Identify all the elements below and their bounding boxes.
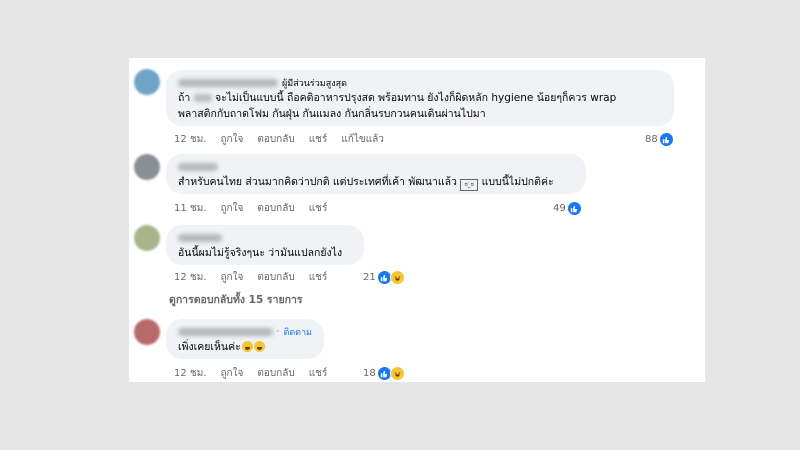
like-button[interactable]: ถูกใจ [220,132,243,147]
avatar[interactable] [134,225,160,251]
reaction-summary[interactable]: 49 [553,201,582,216]
comment-bubble: อันนี้ผมไม่รู้จริงๆนะ ว่ามันแปลกยังไง [166,225,364,265]
comments-panel: ผู้มีส่วนร่วมสูงสุด ถ้า จะไม่เป็นแบบนี้ … [129,58,705,382]
comment-time[interactable]: 12 ชม. [174,366,206,381]
commenter-name[interactable] [178,328,273,336]
reply-button[interactable]: ตอบกลับ [257,270,294,285]
avatar[interactable] [134,319,160,345]
reaction-count: 49 [553,203,566,214]
comment-time[interactable]: 12 ชม. [174,132,206,147]
comment-actions: 11 ชม. ถูกใจ ตอบกลับ แชร์ [174,201,327,216]
separator-dot: · [276,327,280,337]
reply-button[interactable]: ตอบกลับ [257,201,294,216]
comment-text: สำหรับคนไทย ส่วนมากคิดว่าปกติ แต่ประเทศท… [178,174,574,191]
comment-actions: 12 ชม. ถูกใจ ตอบกลับ แชร์ [174,270,327,285]
reply-button[interactable]: ตอบกลับ [257,132,294,147]
avatar[interactable] [134,154,160,180]
commenter-name[interactable] [178,79,278,87]
avatar[interactable] [134,69,160,95]
comment-bubble: ผู้มีส่วนร่วมสูงสุด ถ้า จะไม่เป็นแบบนี้ … [166,70,674,126]
comment-text-line2: พลาสติกกับถาดโฟม กันฝุ่น กันแมลง กันกลิ่… [178,108,486,120]
view-replies-link[interactable]: ดูการตอบกลับทั้ง 15 รายการ [169,291,303,308]
emoticon-icon: ಠ_ಠ [460,179,479,191]
commenter-name[interactable] [178,163,218,171]
redacted-mention [193,94,212,102]
like-reaction-icon [658,132,674,147]
haha-reaction-icon [389,366,405,381]
reaction-summary[interactable]: 18 [363,366,405,381]
laughing-emoji-icon [241,341,253,352]
comment-time[interactable]: 11 ชม. [174,201,206,216]
like-button[interactable]: ถูกใจ [220,201,243,216]
comment-text: เพิ่งเคยเห็นค่ะ [178,339,312,355]
reply-button[interactable]: ตอบกลับ [257,366,294,381]
comment-time[interactable]: 12 ชม. [174,270,206,285]
like-button[interactable]: ถูกใจ [220,366,243,381]
comment-bubble: · ติดตาม เพิ่งเคยเห็นค่ะ [166,319,324,359]
comment-text: ถ้า จะไม่เป็นแบบนี้ ถือคติอาหารปรุงสด พร… [178,92,617,104]
reaction-count: 88 [645,134,658,145]
laughing-emoji-icon [253,341,265,352]
share-button[interactable]: แชร์ [309,132,328,147]
top-fan-badge: ผู้มีส่วนร่วมสูงสุด [282,79,347,89]
follow-button[interactable]: ติดตาม [283,325,312,339]
share-button[interactable]: แชร์ [309,270,328,285]
haha-reaction-icon [389,270,405,285]
comment-actions: 12 ชม. ถูกใจ ตอบกลับ แชร์ แก้ไขแล้ว [174,132,384,147]
reaction-summary[interactable]: 88 [645,132,674,147]
comment-bubble: สำหรับคนไทย ส่วนมากคิดว่าปกติ แต่ประเทศท… [166,154,586,194]
commenter-name[interactable] [178,234,222,242]
reaction-count: 18 [363,368,376,379]
comment-actions: 12 ชม. ถูกใจ ตอบกลับ แชร์ [174,366,327,381]
like-reaction-icon [566,201,582,216]
share-button[interactable]: แชร์ [309,201,328,216]
edited-label: แก้ไขแล้ว [341,134,384,145]
comment-text: อันนี้ผมไม่รู้จริงๆนะ ว่ามันแปลกยังไง [178,247,343,259]
reaction-count: 21 [363,272,376,283]
reaction-summary[interactable]: 21 [363,270,405,285]
share-button[interactable]: แชร์ [309,366,328,381]
like-button[interactable]: ถูกใจ [220,270,243,285]
